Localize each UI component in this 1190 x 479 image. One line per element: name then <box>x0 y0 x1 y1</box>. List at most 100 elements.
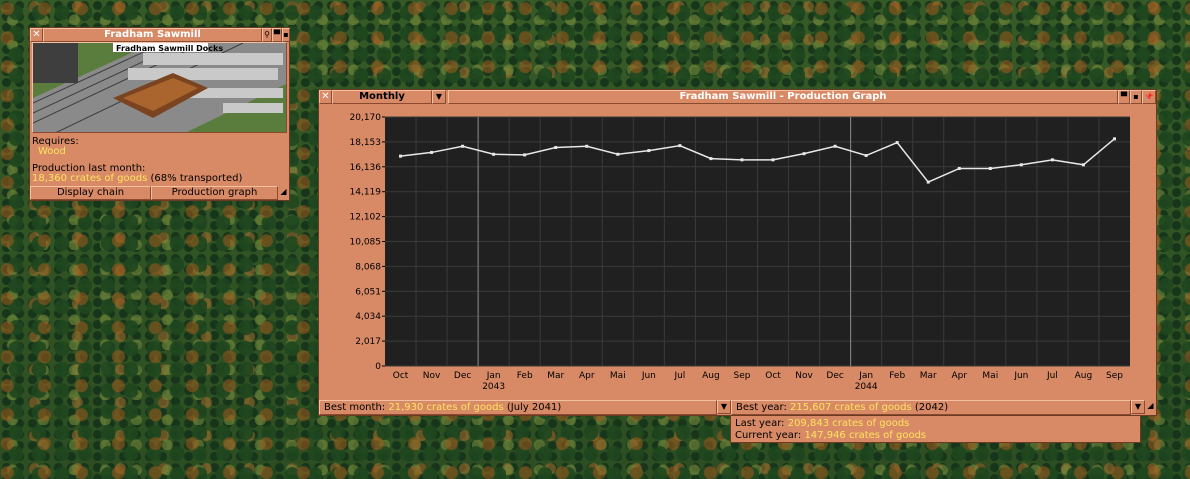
production-value: 18,360 crates of goods <box>32 173 148 184</box>
y-tick-label: 20,170 <box>350 113 382 123</box>
last-year-line: Last year: 209,843 crates of goods <box>735 418 909 429</box>
data-point <box>678 144 682 148</box>
data-point <box>1019 163 1023 167</box>
x-tick-label: Mar <box>547 371 564 381</box>
display-chain-button[interactable]: Display chain <box>30 186 151 200</box>
x-tick-label: Feb <box>517 371 533 381</box>
data-point <box>647 149 651 153</box>
data-point <box>833 144 837 148</box>
x-tick-label: Mai <box>982 371 998 381</box>
data-point <box>1050 158 1054 162</box>
defsize-icon[interactable]: ▪ <box>1130 90 1142 104</box>
x-tick-label: Jan <box>858 371 873 381</box>
best-year-label: Best year: <box>736 402 787 413</box>
best-year-line: Best year: 215,607 crates of goods (2042… <box>736 402 948 413</box>
x-tick-label: Aug <box>702 371 720 381</box>
x-tick-label: Dec <box>826 371 843 381</box>
close-button[interactable]: ✕ <box>30 28 43 42</box>
requires-value: Wood <box>38 146 66 157</box>
y-tick-label: 14,119 <box>350 188 382 198</box>
location-pin-icon[interactable]: ⚲ <box>262 28 272 42</box>
last-year-value: 209,843 crates of goods <box>787 418 910 429</box>
shade-icon[interactable]: ▀ <box>272 28 282 42</box>
y-tick-label: 18,153 <box>350 138 382 148</box>
x-tick-label: Nov <box>423 371 441 381</box>
production-graph-window: ✕ Monthly ▼ Fradham Sawmill - Production… <box>318 89 1157 416</box>
close-button[interactable]: ✕ <box>319 90 332 104</box>
y-tick-label: 6,051 <box>355 287 381 297</box>
y-tick-label: 16,136 <box>350 163 382 173</box>
production-chart: 0 2,017 4,034 6,051 8,068 10,085 12,102 14,119 1… <box>350 113 1130 392</box>
production-graph-button[interactable]: Production graph <box>151 186 278 200</box>
y-tick-label: 2,017 <box>355 337 381 347</box>
last-year-label: Last year: <box>735 418 785 429</box>
data-point <box>864 154 868 158</box>
y-tick-label: 12,102 <box>350 213 382 223</box>
period-dropdown-arrow-icon[interactable]: ▼ <box>432 90 446 104</box>
data-point <box>926 180 930 184</box>
best-month-label: Best month: <box>324 402 386 413</box>
data-point <box>802 152 806 156</box>
x-tick-label: Nov <box>795 371 813 381</box>
data-point <box>740 158 744 162</box>
year-label: 2043 <box>482 382 505 392</box>
data-point <box>616 152 620 156</box>
data-point <box>461 144 465 148</box>
x-tick-label: Apr <box>579 371 595 381</box>
production-transported: (68% transported) <box>150 173 243 184</box>
current-year-value: 147,946 crates of goods <box>804 430 927 441</box>
best-year-dropdown-arrow-icon[interactable]: ▼ <box>1131 400 1145 414</box>
data-point <box>957 166 961 170</box>
data-point <box>430 150 434 154</box>
x-tick-label: Sep <box>733 371 750 381</box>
resize-grip-icon[interactable]: ◢ <box>278 186 289 200</box>
x-tick-label: Jun <box>641 371 656 381</box>
year-label: 2044 <box>855 382 878 392</box>
data-point <box>1081 163 1085 167</box>
current-year-label: Current year: <box>735 430 802 441</box>
production-line: 18,360 crates of goods (68% transported) <box>32 173 242 184</box>
best-year-value: 215,607 crates of goods <box>790 402 912 413</box>
resize-grip-icon[interactable]: ◢ <box>1145 400 1156 414</box>
data-point <box>554 145 558 149</box>
industry-viewport[interactable]: Fradham Sawmill Docks <box>32 42 287 133</box>
shade-icon[interactable]: ▀ <box>1118 90 1130 104</box>
x-tick-label: Jun <box>1013 371 1028 381</box>
best-year-field: Best year: 215,607 crates of goods (2042… <box>731 400 1131 415</box>
data-point <box>895 141 899 145</box>
data-point <box>1112 137 1116 141</box>
y-tick-label: 0 <box>375 362 381 372</box>
current-year-line: Current year: 147,946 crates of goods <box>735 430 926 441</box>
x-tick-label: Aug <box>1075 371 1093 381</box>
y-tick-label: 10,085 <box>350 238 382 248</box>
x-tick-label: Apr <box>951 371 967 381</box>
data-point <box>492 152 496 156</box>
x-tick-label: Jul <box>673 371 685 381</box>
data-point <box>988 166 992 170</box>
data-point <box>709 157 713 161</box>
year-stats-panel: Last year: 209,843 crates of goods Curre… <box>730 415 1141 443</box>
data-point <box>585 144 589 148</box>
x-tick-label: Jul <box>1046 371 1058 381</box>
y-tick-label: 4,034 <box>355 312 381 322</box>
period-dropdown[interactable]: Monthly <box>332 90 432 104</box>
data-point <box>771 158 775 162</box>
best-month-dropdown-arrow-icon[interactable]: ▼ <box>717 400 731 414</box>
y-tick-label: 8,068 <box>355 262 381 272</box>
x-tick-label: Jan <box>486 371 501 381</box>
best-month-value: 21,930 crates of goods <box>388 402 504 413</box>
best-month-line: Best month: 21,930 crates of goods (July… <box>324 402 561 413</box>
industry-window: ✕ Fradham Sawmill ⚲ ▀ ▪ Fradham Sawmill … <box>29 27 290 201</box>
x-tick-label: Oct <box>765 371 781 381</box>
pin-icon[interactable]: ▪ <box>282 28 290 42</box>
best-year-when: (2042) <box>914 402 949 413</box>
data-point <box>399 154 403 158</box>
x-tick-label: Sep <box>1106 371 1123 381</box>
sawmill-viewport-image: Fradham Sawmill Docks <box>33 43 286 132</box>
window-title[interactable]: Fradham Sawmill - Production Graph <box>448 90 1118 104</box>
x-tick-label: Dec <box>454 371 471 381</box>
x-tick-label: Feb <box>889 371 905 381</box>
window-title[interactable]: Fradham Sawmill <box>43 28 262 42</box>
x-tick-label: Mai <box>610 371 626 381</box>
pin-icon[interactable]: 📌 <box>1142 90 1156 104</box>
